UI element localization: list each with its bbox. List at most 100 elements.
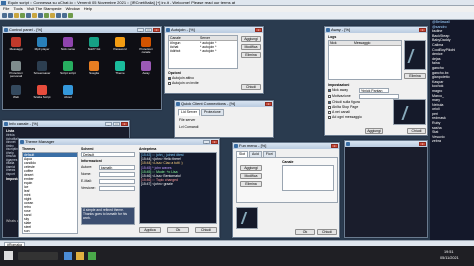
nick-away-option[interactable]: Nick away — [328, 88, 348, 92]
scheme-select[interactable]: Default — [81, 152, 135, 157]
nick-item[interactable]: zebra — [430, 139, 474, 144]
control-panel-item[interactable]: Web — [7, 85, 25, 99]
toolbar-connect-icon[interactable] — [2, 13, 7, 18]
close-button[interactable]: × — [331, 144, 338, 148]
checkbox[interactable] — [328, 100, 331, 104]
toolbar-script-icon[interactable] — [26, 13, 31, 18]
ok-fun-button[interactable]: Ok — [295, 229, 315, 235]
control-panel-item[interactable]: Scatta Script — [33, 85, 51, 99]
checkbox[interactable] — [168, 81, 171, 85]
toolbar-urls-icon[interactable] — [50, 13, 55, 18]
maximize-button[interactable]: □ — [113, 122, 120, 126]
control-panel-item[interactable]: Password — [111, 37, 129, 51]
toolbar-address-icon[interactable] — [14, 13, 19, 18]
toolbar-notify-icon[interactable] — [44, 13, 49, 18]
delete-button[interactable]: Elimina — [241, 52, 261, 58]
autojoin-invite-option[interactable]: Autojoin on invite — [168, 81, 199, 85]
minimize-button[interactable]: _ — [203, 140, 210, 144]
minimize-button[interactable]: _ — [137, 28, 144, 32]
motivazione-option[interactable]: Motivazione — [328, 94, 351, 98]
tab-lid-server[interactable]: Lid Server — [178, 109, 200, 116]
control-panel-item[interactable]: Mp3 player — [33, 37, 51, 51]
close-button[interactable]: × — [419, 28, 426, 32]
close-away-button[interactable]: Chiudi — [407, 128, 426, 134]
control-panel-item[interactable]: Script script — [59, 61, 77, 75]
ogni-messaggio-option[interactable]: Ad ogni messaggio — [328, 115, 362, 119]
add-away-button[interactable]: Aggiungi — [365, 128, 383, 134]
control-panel-item[interactable]: Nick name — [59, 37, 77, 51]
close-button[interactable]: × — [211, 140, 218, 144]
control-panel-item[interactable]: Away — [137, 61, 155, 75]
control-panel-item[interactable]: Protezioni personali — [7, 61, 25, 79]
nei-canali-option[interactable]: A nei canali — [328, 110, 350, 114]
minimize-button[interactable]: _ — [105, 122, 112, 126]
autojoin-table[interactable]: Canale Server #Ingun * autojoin * #chat * a… — [168, 35, 238, 69]
edit-button[interactable]: Modifica — [241, 44, 261, 50]
control-panel-item[interactable]: NotifY list — [85, 37, 103, 51]
toolbar-tile-icon[interactable] — [56, 13, 61, 18]
close-fun-button[interactable]: Chiudi — [317, 229, 337, 235]
control-panel-item[interactable]: Screensaver — [33, 61, 51, 75]
channel-line[interactable]: #sport — [6, 172, 15, 177]
close-button[interactable]: × — [153, 28, 160, 32]
col-nick[interactable]: Nick — [329, 41, 353, 45]
edit-fun-button[interactable]: Modifica — [240, 173, 262, 179]
control-panel-item[interactable]: Theme — [111, 61, 129, 75]
checkbox[interactable] — [328, 105, 331, 109]
control-panel-item[interactable]: Protezioni canale — [137, 37, 155, 55]
toolbar-options-icon[interactable] — [8, 13, 13, 18]
list-item[interactable]: sun — [23, 229, 77, 233]
table-row[interactable]: #dirbot * autojoin * — [169, 49, 237, 53]
checkbox[interactable] — [328, 110, 331, 114]
theme-manager-titlebar[interactable]: Theme Manager _ × — [19, 139, 219, 145]
maximize-button[interactable]: □ — [145, 28, 152, 32]
mirc-icon[interactable] — [88, 252, 96, 260]
away-log-list[interactable]: Nick Messaggio — [328, 40, 402, 80]
checkbox[interactable] — [328, 88, 331, 92]
delete-log-button[interactable]: Elimina — [404, 73, 426, 79]
col-canale[interactable]: Canale — [169, 36, 199, 40]
taskbar-app-icon[interactable] — [64, 252, 72, 260]
close-theme-button[interactable]: Chiudi — [195, 227, 217, 233]
col-messaggio[interactable]: Messaggio — [353, 41, 401, 45]
toolbar-cascade-icon[interactable] — [62, 13, 67, 18]
delete-fun-button[interactable]: Elimina — [240, 181, 262, 187]
close-button[interactable]: × — [419, 142, 426, 146]
control-panel-item[interactable]: Messaggi — [7, 37, 25, 51]
start-icon[interactable] — [4, 251, 13, 260]
apply-theme-button[interactable]: Applica — [139, 227, 161, 233]
add-fun-button[interactable]: Aggiungi — [240, 165, 262, 171]
close-button[interactable]: × — [255, 28, 262, 32]
away-titlebar[interactable]: Away - [%] × — [325, 27, 427, 33]
channel-info-titlebar[interactable]: Info canale - [%] _ □ × — [3, 121, 129, 127]
checkbox[interactable] — [168, 76, 171, 80]
channel-list[interactable] — [282, 165, 334, 191]
stop-page-option[interactable]: Ab/ita Stop Page — [328, 105, 358, 109]
nick-away-field[interactable]: %nick Pantan — [359, 88, 389, 93]
checkbox[interactable] — [328, 94, 331, 98]
control-panel-item[interactable]: About — [59, 85, 77, 99]
close-button[interactable]: × — [121, 122, 128, 126]
fun-menu-titlebar[interactable]: Fun menu - [%] × — [233, 143, 339, 149]
quick-connections-titlebar[interactable]: Quick Client Connections - [%] × — [175, 101, 273, 107]
autojoin-active-option[interactable]: Autojoin attivo — [168, 76, 194, 80]
close-button[interactable]: × — [265, 102, 272, 106]
toolbar-help-icon[interactable] — [68, 13, 73, 18]
tab-protezione[interactable]: Protezione — [200, 109, 224, 116]
folder-icon[interactable] — [76, 252, 84, 260]
status-titlebar[interactable]: × — [345, 141, 427, 147]
ok-theme-button[interactable]: Ok — [167, 227, 189, 233]
col-server[interactable]: Server — [199, 36, 237, 40]
checkbox[interactable] — [328, 115, 331, 119]
toolbar-dcc-icon[interactable] — [32, 13, 37, 18]
control-panel-titlebar[interactable]: Control panel - [%] _ □ × — [3, 27, 161, 33]
control-panel-item[interactable]: Sveglia — [85, 61, 103, 75]
toolbar-chat-icon[interactable] — [38, 13, 43, 18]
toolbar-channels-icon[interactable] — [20, 13, 25, 18]
search-box[interactable] — [18, 252, 58, 260]
autojoin-titlebar[interactable]: Autojoin - [%] × — [165, 27, 263, 33]
themes-list[interactable]: default Aqua candido celeste coffee desert emb… — [22, 152, 78, 234]
chiudi-figura-option[interactable]: Chiudi sulla figura — [328, 100, 360, 104]
close-autojoin-button[interactable]: Chiudi — [241, 84, 261, 90]
nick-list[interactable]: @Bellawall @sandro ksdine BackSteap BabyDadd… — [430, 20, 474, 240]
